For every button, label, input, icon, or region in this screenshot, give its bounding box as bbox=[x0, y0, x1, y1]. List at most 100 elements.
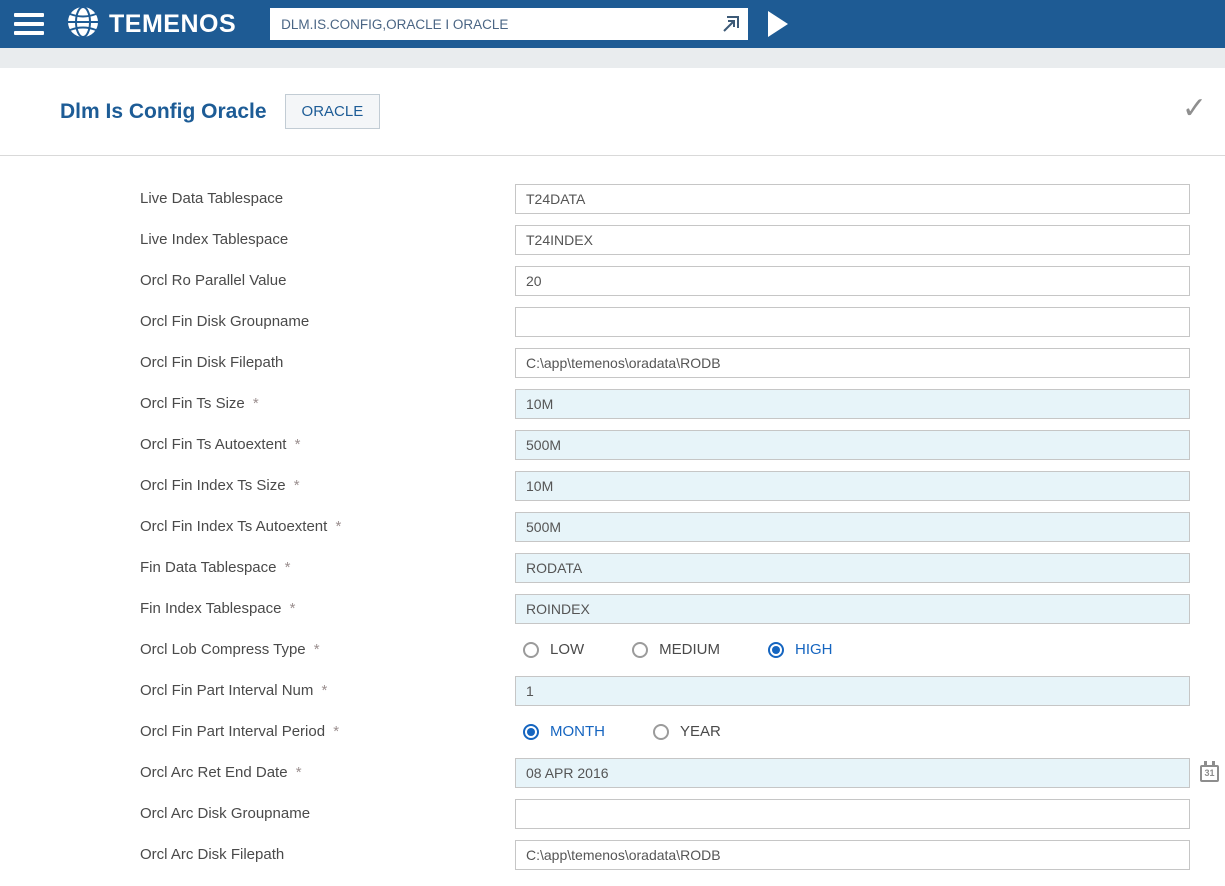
form-row: Orcl Fin Part Interval Period * MONTH YEAR bbox=[0, 711, 1225, 752]
orcl-ro-parallel-value-label: Orcl Ro Parallel Value bbox=[140, 272, 287, 289]
required-asterisk: * bbox=[329, 723, 340, 740]
orcl-fin-index-ts-autoextent-input[interactable] bbox=[515, 511, 1190, 542]
orcl-arc-ret-end-date-label: Orcl Arc Ret End Date * bbox=[140, 764, 302, 781]
orcl-arc-disk-filepath-input[interactable] bbox=[515, 839, 1190, 870]
field-control bbox=[515, 306, 1190, 337]
fin-index-tablespace-label: Fin Index Tablespace * bbox=[140, 600, 296, 617]
orcl-ro-parallel-value-input[interactable] bbox=[515, 265, 1190, 296]
calendar-day-number: 31 bbox=[1204, 767, 1215, 778]
orcl-fin-disk-filepath-label: Orcl Fin Disk Filepath bbox=[140, 354, 284, 371]
orcl-fin-index-ts-size-input[interactable] bbox=[515, 470, 1190, 501]
form-row: Orcl Fin Disk Filepath bbox=[0, 342, 1225, 383]
required-asterisk: * bbox=[289, 477, 300, 494]
radio-label: HIGH bbox=[795, 641, 833, 658]
radio-label: MEDIUM bbox=[659, 641, 720, 658]
form-row: Orcl Arc Disk Filepath bbox=[0, 834, 1225, 875]
live-index-tablespace-input[interactable] bbox=[515, 224, 1190, 255]
field-control bbox=[515, 675, 1190, 706]
orcl-lob-compress-type-option-high[interactable]: HIGH bbox=[768, 641, 833, 658]
radio-selected-icon[interactable] bbox=[768, 641, 784, 658]
form-row: Orcl Ro Parallel Value bbox=[0, 260, 1225, 301]
orcl-lob-compress-type-option-medium[interactable]: MEDIUM bbox=[632, 641, 720, 658]
live-index-tablespace-label: Live Index Tablespace bbox=[140, 231, 289, 248]
orcl-fin-index-ts-size-label: Orcl Fin Index Ts Size * bbox=[140, 477, 300, 494]
orcl-fin-part-interval-period-option-month[interactable]: MONTH bbox=[523, 723, 605, 740]
orcl-fin-ts-size-input[interactable] bbox=[515, 388, 1190, 419]
required-asterisk: * bbox=[309, 641, 320, 658]
orcl-arc-disk-groupname-input[interactable] bbox=[515, 798, 1190, 829]
field-control bbox=[515, 265, 1190, 296]
form-row: Orcl Fin Ts Size * bbox=[0, 383, 1225, 424]
top-bar: TEMENOS bbox=[0, 0, 1225, 48]
orcl-arc-disk-filepath-label: Orcl Arc Disk Filepath bbox=[140, 846, 285, 863]
radio-unselected-icon[interactable] bbox=[523, 641, 539, 658]
validate-check-icon[interactable]: ✓ bbox=[1182, 94, 1207, 124]
page-header: Dlm Is Config Oracle ORACLE ✓ bbox=[0, 68, 1225, 155]
field-control bbox=[515, 593, 1190, 624]
fin-data-tablespace-input[interactable] bbox=[515, 552, 1190, 583]
orcl-fin-part-interval-num-label: Orcl Fin Part Interval Num * bbox=[140, 682, 328, 699]
header-band bbox=[0, 48, 1225, 68]
form-row: Orcl Fin Ts Autoextent * bbox=[0, 424, 1225, 465]
orcl-fin-part-interval-period-option-year[interactable]: YEAR bbox=[653, 723, 721, 740]
live-data-tablespace-label: Live Data Tablespace bbox=[140, 190, 284, 207]
page-title: Dlm Is Config Oracle bbox=[60, 99, 267, 123]
field-control bbox=[515, 183, 1190, 214]
config-form: Live Data Tablespace Live Index Tablespac… bbox=[0, 156, 1225, 885]
field-control bbox=[515, 429, 1190, 460]
field-control bbox=[515, 511, 1190, 542]
orcl-fin-disk-groupname-label: Orcl Fin Disk Groupname bbox=[140, 313, 310, 330]
fin-index-tablespace-input[interactable] bbox=[515, 593, 1190, 624]
orcl-fin-part-interval-num-input[interactable] bbox=[515, 675, 1190, 706]
orcl-fin-part-interval-period-label: Orcl Fin Part Interval Period * bbox=[140, 723, 340, 740]
orcl-fin-disk-groupname-input[interactable] bbox=[515, 306, 1190, 337]
required-asterisk: * bbox=[331, 518, 342, 535]
calendar-icon[interactable]: 31 bbox=[1200, 760, 1219, 782]
form-row: Live Index Tablespace bbox=[0, 219, 1225, 260]
command-input[interactable] bbox=[270, 8, 749, 40]
form-row: Fin Data Tablespace * bbox=[0, 547, 1225, 588]
required-asterisk: * bbox=[291, 764, 302, 781]
globe-icon bbox=[66, 5, 100, 44]
form-row: Orcl Arc Ret End Date * 31 bbox=[0, 752, 1225, 793]
orcl-arc-disk-groupname-label: Orcl Arc Disk Groupname bbox=[140, 805, 311, 822]
required-asterisk: * bbox=[317, 682, 328, 699]
orcl-lob-compress-type-label: Orcl Lob Compress Type * bbox=[140, 641, 320, 658]
fin-data-tablespace-label: Fin Data Tablespace * bbox=[140, 559, 291, 576]
run-button[interactable] bbox=[768, 11, 789, 37]
required-asterisk: * bbox=[248, 395, 259, 412]
radio-label: LOW bbox=[550, 641, 585, 658]
context-badge[interactable]: ORACLE bbox=[284, 94, 381, 129]
form-row: Orcl Fin Disk Groupname bbox=[0, 301, 1225, 342]
orcl-arc-ret-end-date-input[interactable] bbox=[515, 757, 1190, 788]
orcl-fin-ts-autoextent-label: Orcl Fin Ts Autoextent * bbox=[140, 436, 301, 453]
temenos-logo: TEMENOS bbox=[66, 5, 236, 44]
radio-unselected-icon[interactable] bbox=[632, 641, 649, 658]
live-data-tablespace-input[interactable] bbox=[515, 183, 1190, 214]
field-control bbox=[515, 552, 1190, 583]
form-row: Orcl Arc Disk Groupname bbox=[0, 793, 1225, 834]
orcl-fin-ts-autoextent-input[interactable] bbox=[515, 429, 1190, 460]
required-asterisk: * bbox=[280, 559, 291, 576]
form-row: Orcl Fin Part Interval Num * bbox=[0, 670, 1225, 711]
field-control: LOW MEDIUM HIGH bbox=[515, 641, 1190, 658]
form-row: Live Data Tablespace bbox=[0, 178, 1225, 219]
field-control: MONTH YEAR bbox=[515, 723, 1190, 740]
main-content: Dlm Is Config Oracle ORACLE ✓ Live Data … bbox=[0, 68, 1225, 885]
launch-icon[interactable] bbox=[721, 14, 741, 34]
radio-selected-icon[interactable] bbox=[523, 723, 539, 740]
orcl-fin-index-ts-autoextent-label: Orcl Fin Index Ts Autoextent * bbox=[140, 518, 342, 535]
form-row: Orcl Fin Index Ts Size * bbox=[0, 465, 1225, 506]
field-control bbox=[515, 470, 1190, 501]
menu-icon[interactable] bbox=[14, 13, 44, 35]
command-bar bbox=[270, 8, 749, 40]
orcl-lob-compress-type-option-low[interactable]: LOW bbox=[523, 641, 584, 658]
field-control bbox=[515, 347, 1190, 378]
form-row: Fin Index Tablespace * bbox=[0, 588, 1225, 629]
radio-unselected-icon[interactable] bbox=[653, 723, 669, 740]
field-control bbox=[515, 798, 1190, 829]
brand-text: TEMENOS bbox=[109, 9, 237, 38]
orcl-fin-disk-filepath-input[interactable] bbox=[515, 347, 1190, 378]
required-asterisk: * bbox=[285, 600, 296, 617]
field-control bbox=[515, 839, 1190, 870]
